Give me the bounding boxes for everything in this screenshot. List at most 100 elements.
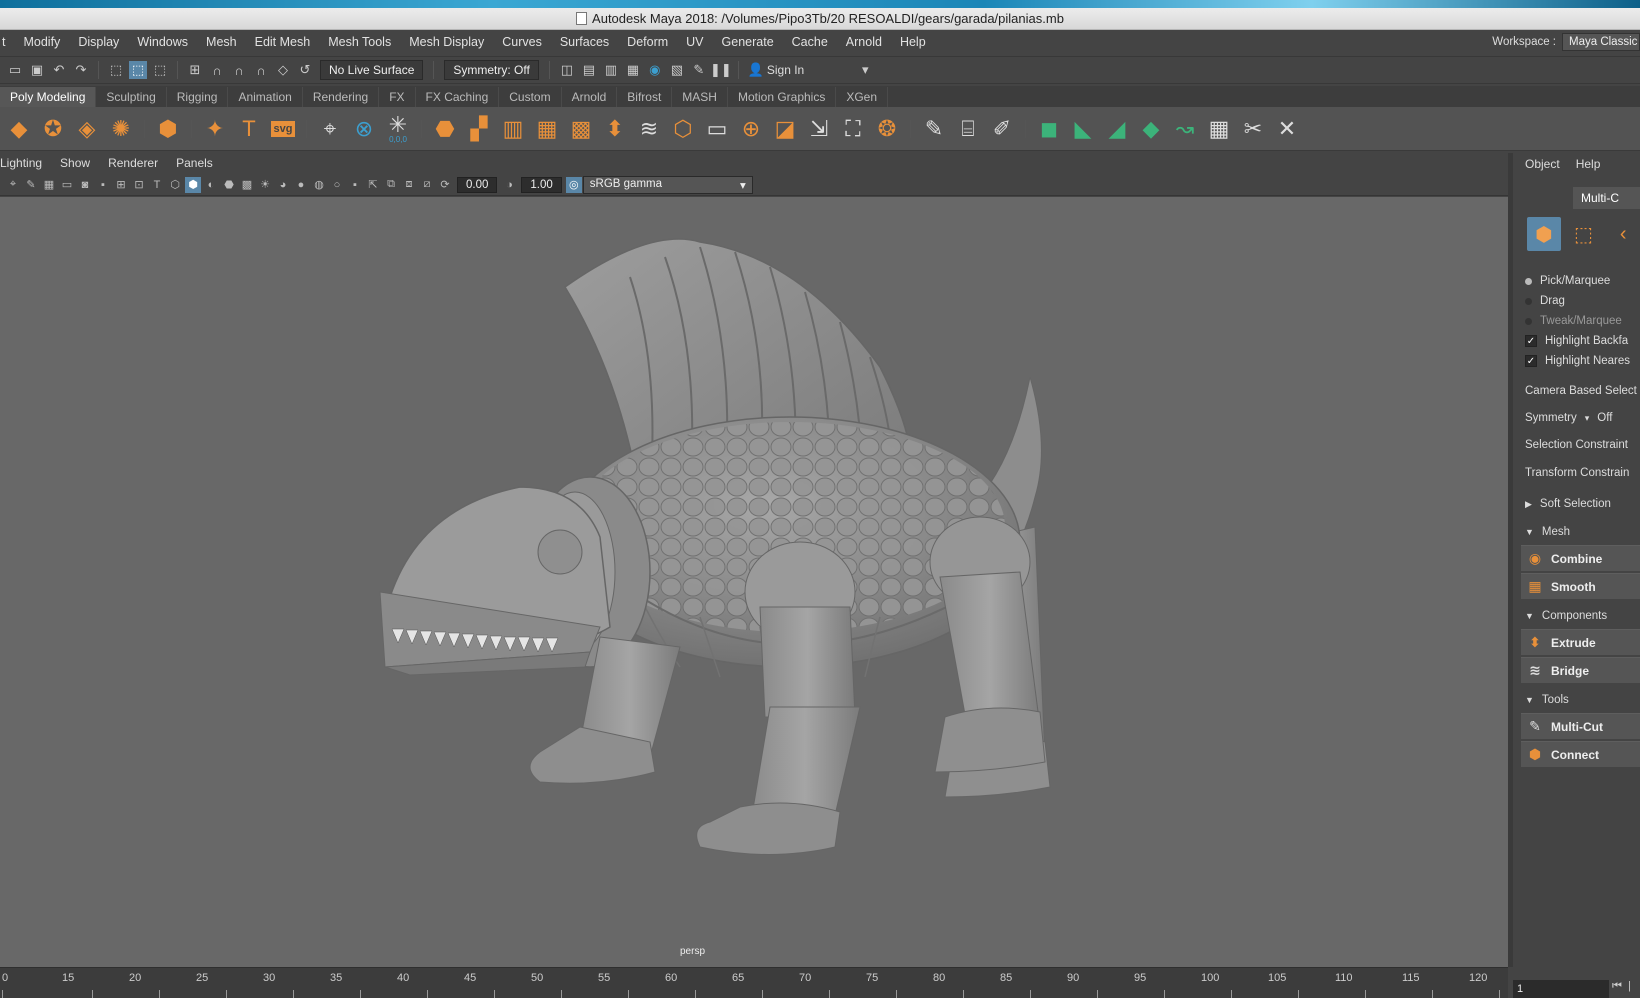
bevel-icon[interactable]: ⬡	[668, 114, 698, 144]
fill-hole-icon[interactable]: ▭	[702, 114, 732, 144]
safe-title-icon[interactable]: T	[149, 177, 165, 193]
panel-tab-help[interactable]: Help	[1570, 157, 1607, 171]
uv-cut-icon[interactable]: ✂	[1238, 114, 1268, 144]
tools-section[interactable]: ▼ Tools	[1525, 689, 1640, 711]
shelf-tab-fx[interactable]: FX	[379, 87, 416, 107]
save-icon[interactable]: ▣	[28, 61, 46, 79]
shadows-icon[interactable]: ◕	[275, 177, 291, 193]
menu-mesh-display[interactable]: Mesh Display	[400, 35, 493, 49]
xray-components-icon[interactable]: ⧄	[419, 177, 435, 193]
shelf-tab-bifrost[interactable]: Bifrost	[617, 87, 673, 107]
poly-plane-icon[interactable]: ◈	[72, 114, 102, 144]
smooth-shade-icon[interactable]: ⬢	[185, 176, 201, 193]
resolution-gate-icon[interactable]: ◙	[77, 177, 93, 193]
highlight-nearest-checkbox[interactable]: ✓ Highlight Neares	[1525, 351, 1640, 371]
shelf-tab-mash[interactable]: MASH	[672, 87, 728, 107]
bridge-button[interactable]: ≋ Bridge	[1521, 657, 1640, 683]
ambient-occlusion-icon[interactable]: ●	[293, 177, 309, 193]
menu-windows[interactable]: Windows	[128, 35, 197, 49]
uv-sew-icon[interactable]: ✕	[1272, 114, 1302, 144]
gamma-icon[interactable]: ◑	[501, 177, 517, 193]
menu-deform[interactable]: Deform	[618, 35, 677, 49]
color-space-dropdown[interactable]: sRGB gamma ▾	[582, 175, 753, 194]
combine-button[interactable]: ◉ Combine	[1521, 545, 1640, 571]
render-setup-icon[interactable]: ▧	[668, 61, 686, 79]
menu-curves[interactable]: Curves	[493, 35, 551, 49]
multi-component-header[interactable]: Multi-C	[1573, 187, 1640, 209]
snap-point-icon[interactable]: ∩	[230, 61, 248, 79]
menu-modify[interactable]: Modify	[14, 35, 69, 49]
render-view-icon[interactable]: ◫	[558, 61, 576, 79]
mirror-icon[interactable]: ❂	[872, 114, 902, 144]
extrude-icon[interactable]: ⬍	[600, 114, 630, 144]
exposure-field[interactable]: 0.00	[457, 176, 498, 193]
gate-mask-icon[interactable]: ▪	[95, 177, 111, 193]
viewport-menu-renderer[interactable]: Renderer	[99, 156, 167, 170]
film-gate-icon[interactable]: ▭	[59, 177, 75, 193]
viewport-menu-panels[interactable]: Panels	[167, 156, 222, 170]
motion-blur-icon[interactable]: ◍	[311, 177, 327, 193]
textured-icon[interactable]: ▩	[239, 177, 255, 193]
time-slider[interactable]: 0 15 20 25 30 35 40 45 50 55 60 65 70 75 80 85 90 95 100 10…	[0, 967, 1508, 998]
drag-option[interactable]: Drag	[1525, 291, 1640, 311]
bake-pivot-icon[interactable]: ⊗	[349, 114, 379, 144]
field-chart-icon[interactable]: ⊞	[113, 177, 129, 193]
pick-marquee-option[interactable]: Pick/Marquee	[1525, 271, 1640, 291]
go-to-start-icon[interactable]: ⏮	[1612, 980, 1622, 993]
poly-star-icon[interactable]: ✦	[200, 114, 230, 144]
poly-svg-icon[interactable]: svg	[268, 114, 298, 144]
target-weld-icon[interactable]: ⛶	[838, 114, 868, 144]
insert-edge-loop-icon[interactable]: ⌸	[953, 114, 983, 144]
lights-icon[interactable]: ☀	[257, 177, 273, 193]
poly-disc-icon[interactable]: ✺	[106, 114, 136, 144]
extrude-button[interactable]: ⬍ Extrude	[1521, 629, 1640, 655]
shelf-tab-motion-graphics[interactable]: Motion Graphics	[728, 87, 837, 107]
poly-torus-icon[interactable]: ✪	[38, 114, 68, 144]
select-object-icon[interactable]: ⬚	[129, 61, 147, 79]
uv-spherical-icon[interactable]: ◢	[1102, 114, 1132, 144]
wireframe-on-shaded-icon[interactable]: ⬣	[221, 177, 237, 193]
menu-display[interactable]: Display	[69, 35, 128, 49]
hypershade-icon[interactable]: ◉	[646, 61, 664, 79]
separate-icon[interactable]: ▞	[464, 114, 494, 144]
uv-planar-icon[interactable]: ◼	[1034, 114, 1064, 144]
wireframe-icon[interactable]: ⬡	[167, 177, 183, 193]
snap-curve-icon[interactable]: ∩	[208, 61, 226, 79]
smooth-icon[interactable]: ▩	[566, 114, 596, 144]
xray-joints-icon[interactable]: ⧈	[401, 177, 417, 193]
anti-aliasing-icon[interactable]: ○	[329, 177, 345, 193]
isolate-select-icon[interactable]: ⇱	[365, 177, 381, 193]
viewport-menu-show[interactable]: Show	[51, 156, 99, 170]
combine-icon[interactable]: ⬣	[430, 114, 460, 144]
panel-tab-object[interactable]: Object	[1519, 157, 1566, 171]
shelf-tab-fx-caching[interactable]: FX Caching	[416, 87, 500, 107]
transform-constraint[interactable]: Transform Constrain	[1525, 459, 1640, 487]
menu-mesh-tools[interactable]: Mesh Tools	[319, 35, 400, 49]
menu-surfaces[interactable]: Surfaces	[551, 35, 618, 49]
poly-type-icon[interactable]: T	[234, 114, 264, 144]
center-pivot-icon[interactable]: ⌖	[315, 114, 345, 144]
ipr-render-icon[interactable]: ▥	[602, 61, 620, 79]
symmetry-value[interactable]: Off	[1597, 412, 1612, 424]
symmetry-dropdown[interactable]: Symmetry: Off	[444, 60, 539, 80]
boolean-icon[interactable]: ▦	[532, 114, 562, 144]
shelf-tab-custom[interactable]: Custom	[499, 87, 562, 107]
select-hierarchy-icon[interactable]: ⬚	[107, 61, 125, 79]
color-management-icon[interactable]: ◎	[565, 176, 582, 193]
shelf-tab-rigging[interactable]: Rigging	[167, 87, 229, 107]
menu-edit-mesh[interactable]: Edit Mesh	[246, 35, 320, 49]
xray-icon[interactable]: ⧉	[383, 177, 399, 193]
open-file-icon[interactable]: ▭	[6, 61, 24, 79]
merge-icon[interactable]: ⊕	[736, 114, 766, 144]
menu-help[interactable]: Help	[891, 35, 935, 49]
snap-surface-icon[interactable]: ◇	[274, 61, 292, 79]
soft-selection-section[interactable]: ▶ Soft Selection	[1525, 493, 1640, 515]
render-frame-icon[interactable]: ▤	[580, 61, 598, 79]
wedge-icon[interactable]: ◪	[770, 114, 800, 144]
components-section[interactable]: ▼ Components	[1525, 605, 1640, 627]
shelf-tab-rendering[interactable]: Rendering	[303, 87, 380, 107]
menu-mesh[interactable]: Mesh	[197, 35, 246, 49]
safe-action-icon[interactable]: ⊡	[131, 177, 147, 193]
object-mode-icon[interactable]: ⬢	[1527, 217, 1561, 251]
uv-camera-icon[interactable]: ↝	[1170, 114, 1200, 144]
